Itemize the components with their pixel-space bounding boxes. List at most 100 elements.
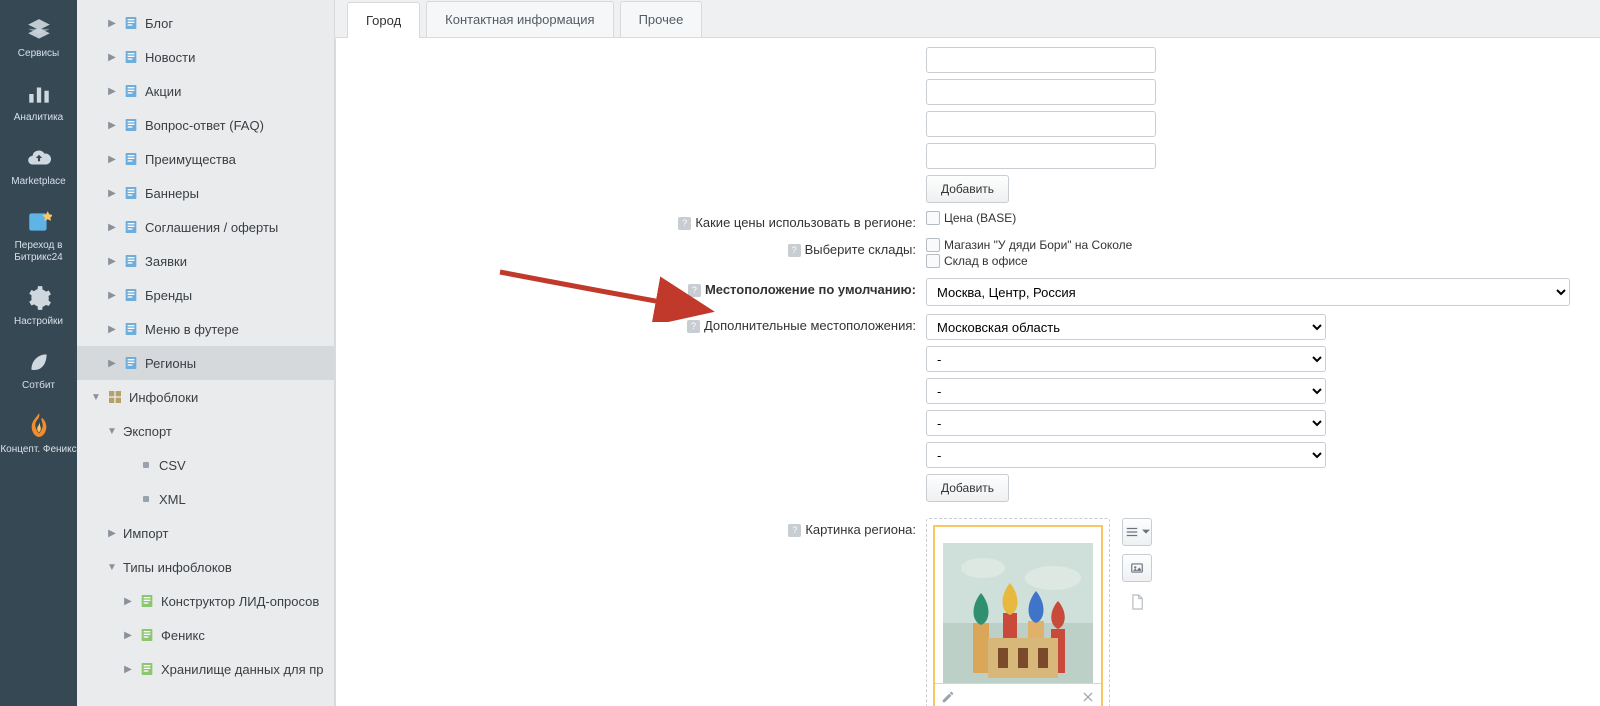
tree-item[interactable]: ▶Импорт xyxy=(77,516,334,550)
add-button-1[interactable]: Добавить xyxy=(926,175,1009,203)
extra-text-2[interactable] xyxy=(926,79,1156,105)
select-extra-location-4[interactable]: - xyxy=(926,410,1326,436)
side-tree: ▶Блог▶Новости▶Акции▶Вопрос-ответ (FAQ)▶П… xyxy=(77,0,335,706)
caret-icon[interactable]: ▶ xyxy=(105,324,119,335)
tree-item[interactable]: ▶Заявки xyxy=(77,244,334,278)
vnav-analytics[interactable]: Аналитика xyxy=(0,70,77,134)
select-default-location[interactable]: Москва, Центр, Россия xyxy=(926,278,1570,306)
label-prices: ?Какие цены использовать в регионе: xyxy=(366,211,926,230)
select-extra-location-5[interactable]: - xyxy=(926,442,1326,468)
tree-label: Преимущества xyxy=(145,152,236,167)
caret-icon[interactable]: ▶ xyxy=(105,120,119,131)
checkbox-warehouse-1[interactable] xyxy=(926,238,940,252)
caret-icon[interactable]: ▶ xyxy=(105,528,119,539)
tree-item[interactable]: ▶ Меню в футере xyxy=(77,312,334,346)
caret-icon[interactable]: ▶ xyxy=(105,154,119,165)
tree-item[interactable]: ▼Экспорт xyxy=(77,414,334,448)
caret-icon[interactable]: ▶ xyxy=(105,188,119,199)
extra-text-3[interactable] xyxy=(926,111,1156,137)
vnav-services[interactable]: Сервисы xyxy=(0,6,77,70)
doc-blue-icon xyxy=(123,321,139,337)
tree-item[interactable]: CSV xyxy=(77,448,334,482)
vnav-phoenix[interactable]: Концепт. Феникс xyxy=(0,402,77,466)
caret-icon[interactable]: ▶ xyxy=(105,256,119,267)
tree-item[interactable]: XML xyxy=(77,482,334,516)
caret-icon[interactable]: ▶ xyxy=(105,18,119,29)
tree-item[interactable]: ▶Феникс xyxy=(77,618,334,652)
caret-icon[interactable]: ▶ xyxy=(105,222,119,233)
tree-item[interactable]: ▶Вопрос-ответ (FAQ) xyxy=(77,108,334,142)
help-icon[interactable]: ? xyxy=(688,284,701,297)
warehouse-2: Склад в офисе xyxy=(944,254,1028,268)
analytics-icon xyxy=(25,80,53,108)
leaf-icon xyxy=(25,348,53,376)
close-icon[interactable] xyxy=(1081,690,1095,704)
doc-blue-icon xyxy=(123,151,139,167)
caret-icon[interactable]: ▶ xyxy=(105,358,119,369)
tree-item[interactable]: ▶Баннеры xyxy=(77,176,334,210)
tree-label: Меню в футере xyxy=(145,322,239,337)
help-icon[interactable]: ? xyxy=(678,217,691,230)
help-icon[interactable]: ? xyxy=(788,524,801,537)
edit-icon[interactable] xyxy=(941,690,955,704)
tree-item[interactable]: ▶ Конструктор ЛИД-опросов xyxy=(77,584,334,618)
help-icon[interactable]: ? xyxy=(687,320,700,333)
tree-item[interactable]: ▶Соглашения / оферты xyxy=(77,210,334,244)
file-icon[interactable] xyxy=(1122,590,1152,614)
vnav-sotbit[interactable]: Сотбит xyxy=(0,338,77,402)
vnav-bitrix24[interactable]: Переход в Битрикс24 xyxy=(0,198,77,274)
tab-contact[interactable]: Контактная информация xyxy=(426,1,613,37)
checkbox-warehouse-2[interactable] xyxy=(926,254,940,268)
doc-green-icon xyxy=(139,627,155,643)
tree-item[interactable]: ▶Блог xyxy=(77,6,334,40)
doc-green-icon xyxy=(139,593,155,609)
select-extra-location-3[interactable]: - xyxy=(926,378,1326,404)
tree-item[interactable]: ▼Инфоблоки xyxy=(77,380,334,414)
caret-icon[interactable]: ▶ xyxy=(105,86,119,97)
checkbox-price-base[interactable] xyxy=(926,211,940,225)
tree-item[interactable]: ▶Хранилище данных для пр xyxy=(77,652,334,686)
caret-icon[interactable]: ▶ xyxy=(121,630,135,641)
add-button-2[interactable]: Добавить xyxy=(926,474,1009,502)
vnav-marketplace[interactable]: Marketplace xyxy=(0,134,77,198)
tree-label: Акции xyxy=(145,84,181,99)
caret-icon[interactable]: ▶ xyxy=(105,52,119,63)
tree-item[interactable]: ▶Регионы xyxy=(77,346,334,380)
tree-item[interactable]: ▶ Акции xyxy=(77,74,334,108)
menu-button[interactable] xyxy=(1122,518,1152,546)
caret-icon[interactable]: ▶ xyxy=(121,664,135,675)
select-extra-location-2[interactable]: - xyxy=(926,346,1326,372)
tree-label: Конструктор ЛИД-опросов xyxy=(161,594,319,609)
tree-item[interactable]: ▼Типы инфоблоков xyxy=(77,550,334,584)
tree-item[interactable]: ▶Бренды xyxy=(77,278,334,312)
caret-icon[interactable]: ▼ xyxy=(105,426,119,437)
doc-blue-icon xyxy=(123,49,139,65)
doc-blue-icon xyxy=(123,287,139,303)
tree-item[interactable]: ▶Новости xyxy=(77,40,334,74)
tree-item[interactable]: ▶ Преимущества xyxy=(77,142,334,176)
caret-icon[interactable]: ▼ xyxy=(105,562,119,573)
tab-city[interactable]: Город xyxy=(347,2,420,38)
tab-other[interactable]: Прочее xyxy=(620,1,703,37)
label-extra-locations: ?Дополнительные местоположения: xyxy=(366,314,926,333)
extra-text-4[interactable] xyxy=(926,143,1156,169)
image-actions-column xyxy=(1122,518,1152,614)
extra-text-1[interactable] xyxy=(926,47,1156,73)
main-form: Добавить ?Какие цены использовать в реги… xyxy=(335,38,1600,706)
caret-icon[interactable]: ▼ xyxy=(89,392,103,403)
image-button[interactable] xyxy=(1122,554,1152,582)
layers-icon xyxy=(25,16,53,44)
select-extra-location-1[interactable]: Московская область xyxy=(926,314,1326,340)
vnav-label: Концепт. Феникс xyxy=(0,444,76,456)
vnav-label: Переход в Битрикс24 xyxy=(0,240,77,264)
gear-icon xyxy=(25,284,53,312)
cloud-icon xyxy=(25,144,53,172)
left-vertical-nav: Сервисы Аналитика Marketplace Переход в … xyxy=(0,0,77,706)
caret-icon[interactable]: ▶ xyxy=(121,596,135,607)
doc-blue-icon xyxy=(123,219,139,235)
doc-green-icon xyxy=(139,661,155,677)
help-icon[interactable]: ? xyxy=(788,244,801,257)
vnav-settings[interactable]: Настройки xyxy=(0,274,77,338)
bullet-icon xyxy=(143,496,149,502)
caret-icon[interactable]: ▶ xyxy=(105,290,119,301)
